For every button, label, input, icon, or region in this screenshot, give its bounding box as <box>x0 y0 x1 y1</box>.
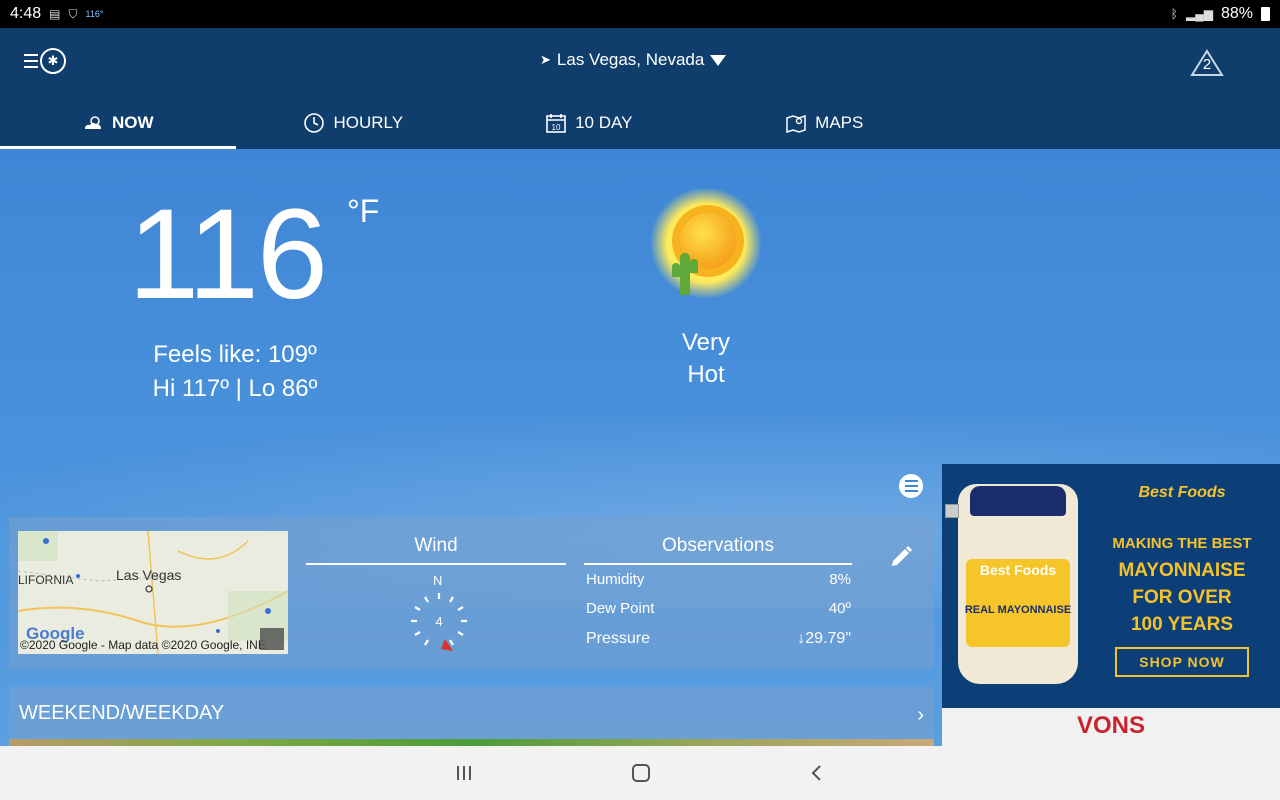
location-selector[interactable]: ➤ Las Vegas, Nevada <box>540 50 727 70</box>
map-city-label: Las Vegas <box>116 567 182 583</box>
main-tabs: NOW HOURLY 10 10 DAY MAPS <box>0 96 942 149</box>
ad-headline-line: MAKING THE BEST <box>1112 535 1252 552</box>
status-temp: 116° <box>85 9 104 19</box>
advertisement[interactable]: Best Foods REAL MAYONNAISE Best Foods MA… <box>942 464 1280 746</box>
tab-maps[interactable]: MAPS <box>707 96 943 149</box>
current-temperature: 116 <box>128 183 328 326</box>
tab-10-day[interactable]: 10 10 DAY <box>471 96 707 149</box>
back-icon <box>811 765 821 781</box>
recent-apps-icon <box>457 766 471 780</box>
map-region-label: LIFORNIA <box>18 573 74 587</box>
back-button[interactable] <box>805 762 829 784</box>
news-icon: ▤ <box>49 7 61 21</box>
bluetooth-icon: ᛒ <box>1170 7 1178 21</box>
weekend-photo-preview <box>9 739 934 746</box>
observations-title: Observations <box>662 535 774 556</box>
tab-hourly[interactable]: HOURLY <box>236 96 472 149</box>
tab-label: HOURLY <box>333 112 404 132</box>
observation-value: 40º <box>828 600 851 617</box>
tab-label: NOW <box>111 112 154 132</box>
signal-icon: ▂▄▆ <box>1186 7 1213 21</box>
condition-line-1: Very <box>681 329 731 356</box>
observation-row-dew-point: Dew Point 40º <box>586 600 851 617</box>
temperature-unit: °F <box>347 193 380 229</box>
jar-sub: REAL MAYONNAISE <box>964 604 1072 616</box>
ad-store-logo: VONS <box>1076 712 1145 739</box>
home-button[interactable] <box>629 762 653 784</box>
list-view-icon[interactable] <box>899 474 923 498</box>
observation-label: Pressure <box>586 630 651 647</box>
observations-divider <box>584 563 852 565</box>
ad-brand: Best Foods <box>1138 484 1226 501</box>
observation-value: 8% <box>829 571 851 588</box>
observation-label: Dew Point <box>586 600 655 617</box>
alert-count: 2 <box>1202 56 1212 73</box>
feels-like: Feels like: 109º <box>153 341 317 368</box>
menu-button[interactable]: ✱ <box>24 48 66 74</box>
observation-row-pressure: Pressure ↓29.79" <box>586 630 851 648</box>
weekend-weekday-row[interactable]: WEEKEND/WEEKDAY › <box>9 687 934 739</box>
alerts-button[interactable]: 2 <box>1189 48 1225 78</box>
tabs-background <box>942 96 1280 149</box>
wind-divider <box>306 563 566 565</box>
ad-headline: MAKING THE BEST MAYONNAISE FOR OVER 100 … <box>1102 530 1262 638</box>
shop-now-button[interactable]: SHOP NOW <box>1115 647 1249 677</box>
conditions-card: Las Vegas LIFORNIA Google ©2020 Google -… <box>9 517 934 668</box>
expand-map-icon[interactable] <box>260 628 284 650</box>
home-icon <box>632 764 650 782</box>
observation-label: Humidity <box>586 571 645 588</box>
observation-value: ↓29.79" <box>797 630 851 647</box>
map-copyright: ©2020 Google - Map data ©2020 Google, IN… <box>20 638 266 652</box>
status-bar: 4:48 ▤ ⛉ 116° ᛒ ▂▄▆ 88% <box>0 0 1280 28</box>
condition-line-2: Hot <box>687 361 725 388</box>
calendar-icon: 10 <box>545 112 567 134</box>
tab-now[interactable]: NOW <box>0 96 236 149</box>
location-name: Las Vegas, Nevada <box>556 50 705 69</box>
partly-cloudy-icon <box>82 112 104 134</box>
jar-lid <box>970 486 1066 516</box>
ad-headline-line: FOR OVER <box>1132 587 1232 608</box>
battery-icon <box>1261 7 1270 21</box>
hamburger-icon <box>24 54 38 68</box>
clock-icon <box>303 112 325 134</box>
jar-brand: Best Foods <box>979 562 1057 578</box>
observation-row-humidity: Humidity 8% <box>586 571 851 588</box>
weekend-weekday-label: WEEKEND/WEEKDAY <box>19 701 225 724</box>
chevron-right-icon: › <box>917 704 924 726</box>
system-nav-bar <box>0 746 1280 800</box>
shield-icon: ⛉ <box>68 6 78 21</box>
wind-north-label: N <box>433 573 443 588</box>
mini-map[interactable]: Las Vegas LIFORNIA Google ©2020 Google -… <box>18 531 288 654</box>
location-arrow-icon: ➤ <box>540 52 551 67</box>
tab-label: 10 DAY <box>575 112 633 132</box>
hi-lo: Hi 117º | Lo 86º <box>152 375 318 402</box>
condition-text: Very Hot <box>640 327 772 391</box>
battery-percent: 88% <box>1220 5 1253 22</box>
ad-headline-line: MAYONNAISE <box>1118 560 1246 581</box>
calendar-day: 10 <box>552 123 561 132</box>
ad-headline-line: 100 YEARS <box>1130 614 1234 635</box>
recent-apps-button[interactable] <box>452 762 476 784</box>
map-icon <box>785 112 807 134</box>
sun-cactus-icon <box>650 187 762 301</box>
status-time: 4:48 <box>10 5 42 22</box>
wind-title: Wind <box>414 535 458 556</box>
ad-choices-icon[interactable] <box>945 504 959 518</box>
dropdown-caret-icon <box>710 54 727 66</box>
app-header: ✱ ➤ Las Vegas, Nevada 2 <box>0 28 1280 96</box>
edit-pencil-icon[interactable] <box>889 545 913 569</box>
wind-speed: 4 <box>435 614 443 629</box>
weatherbug-logo-icon: ✱ <box>40 48 66 74</box>
tab-label: MAPS <box>815 112 864 132</box>
